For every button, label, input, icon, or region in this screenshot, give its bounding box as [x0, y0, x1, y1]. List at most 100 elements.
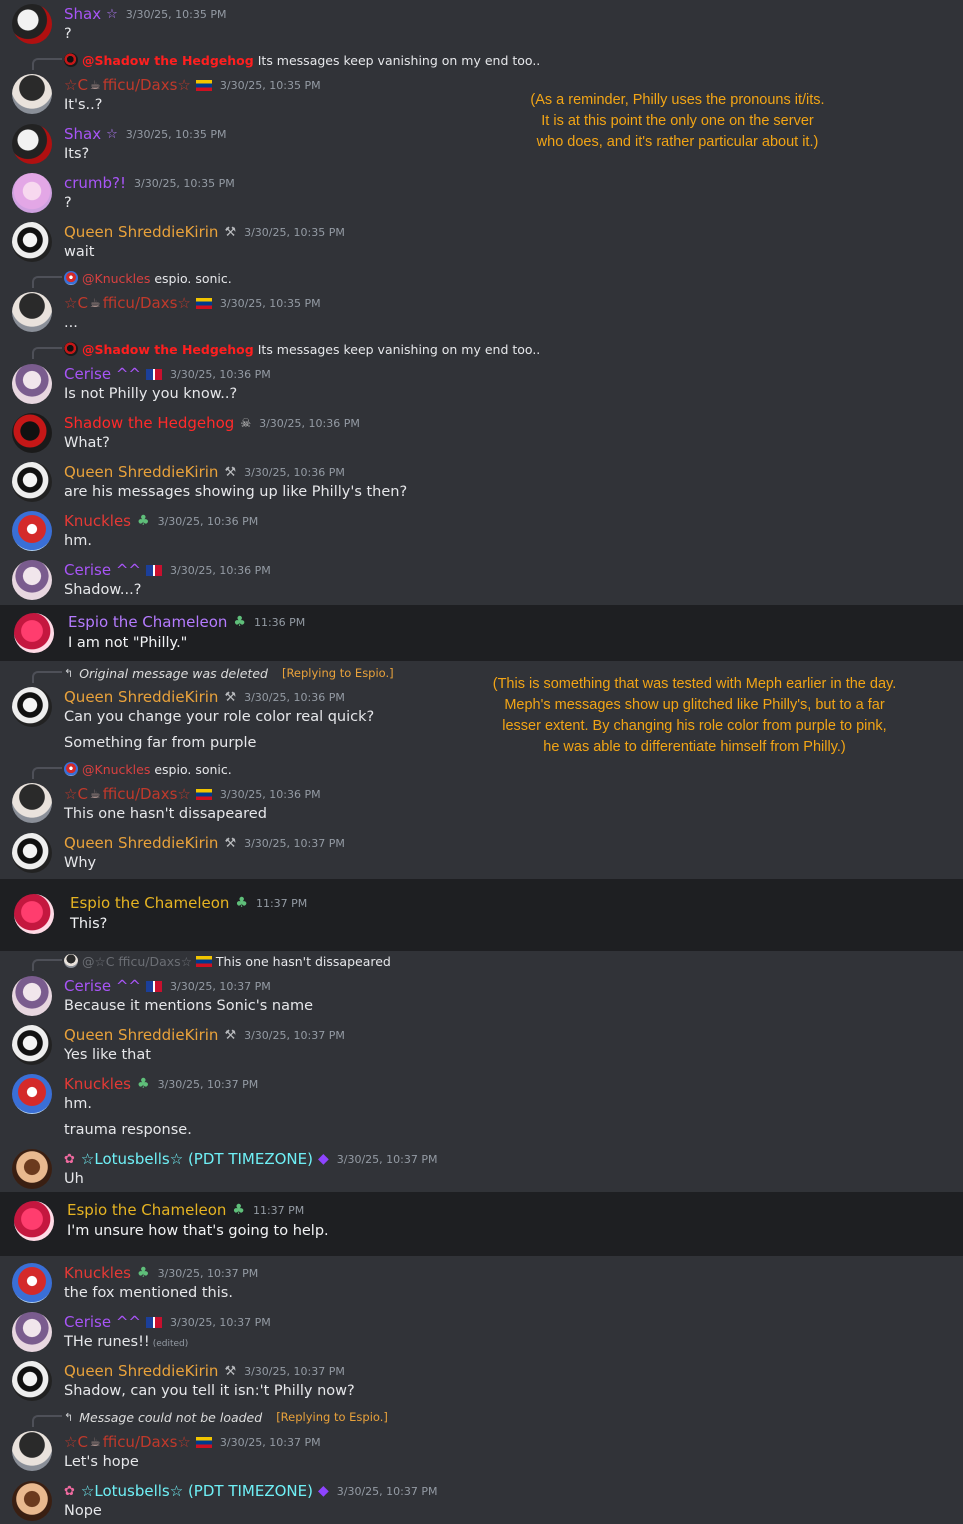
message-header: Queen ShreddieKirin ⚒ 3/30/25, 10:35 PM [64, 222, 345, 242]
message-text: This? [70, 916, 108, 932]
avatar[interactable] [12, 1074, 52, 1114]
author-name[interactable]: fficu/Daxs☆ [103, 294, 191, 312]
timestamp: 3/30/25, 10:35 PM [125, 127, 227, 141]
author-name[interactable]: Queen ShreddieKirin [64, 223, 218, 241]
reply-preview[interactable]: ↰ Original message was deleted [Replying… [64, 665, 394, 681]
avatar[interactable] [12, 511, 52, 551]
reply-text: Message could not be loaded [79, 1409, 263, 1425]
reply-tag: [Replying to Espio.] [276, 1410, 388, 1424]
author-name-prefix[interactable]: ☆C [64, 785, 88, 803]
message-header: Cerise ^^ 3/30/25, 10:37 PM [64, 976, 271, 996]
author-name[interactable]: Shadow the Hedgehog [64, 414, 234, 432]
mention[interactable]: @Knuckles [82, 271, 150, 286]
reply-text: Its messages keep vanishing on my end to… [257, 341, 541, 357]
avatar[interactable] [12, 783, 52, 823]
avatar[interactable] [12, 292, 52, 332]
avatar[interactable] [12, 4, 52, 44]
message-text-content: THe runes!! [64, 1334, 150, 1350]
author-name[interactable]: fficu/Daxs☆ [103, 1433, 191, 1451]
avatar[interactable] [12, 462, 52, 502]
author-name[interactable]: crumb?! [64, 174, 126, 192]
mention[interactable]: @Shadow the Hedgehog [82, 342, 254, 357]
author-name[interactable]: Cerise ^^ [64, 365, 141, 383]
avatar[interactable] [14, 1201, 54, 1241]
avatar[interactable] [12, 364, 52, 404]
author-name[interactable]: Queen ShreddieKirin [64, 463, 218, 481]
chat-log: (As a reminder, Philly uses the pronouns… [0, 0, 963, 1524]
timestamp: 3/30/25, 10:35 PM [219, 78, 321, 92]
author-name-prefix[interactable]: ☆C [64, 76, 88, 94]
avatar[interactable] [12, 833, 52, 873]
author-name[interactable]: Queen ShreddieKirin [64, 834, 218, 852]
avatar[interactable] [12, 1025, 52, 1065]
coffee-icon: ☕ [89, 296, 101, 310]
mention[interactable]: @☆C fficu/Daxs☆ [82, 954, 192, 969]
avatar[interactable] [12, 74, 52, 114]
timestamp: 3/30/25, 10:36 PM [244, 690, 345, 704]
avatar[interactable] [12, 1312, 52, 1352]
avatar[interactable] [14, 613, 54, 653]
author-name[interactable]: Shax [64, 125, 101, 143]
author-name-prefix[interactable]: ☆C [64, 294, 88, 312]
author-name[interactable]: Queen ShreddieKirin [64, 1026, 218, 1044]
avatar[interactable] [12, 1361, 52, 1401]
author-name[interactable]: Espio the Chameleon [70, 894, 229, 912]
avatar[interactable] [12, 560, 52, 600]
reply-preview[interactable]: @Knuckles espio. sonic. [64, 761, 232, 777]
reply-tag: [Replying to Espio.] [281, 666, 394, 680]
avatar[interactable] [12, 1263, 52, 1303]
reply-preview[interactable]: ↰ Message could not be loaded [Replying … [64, 1409, 388, 1425]
avatar[interactable] [12, 173, 52, 213]
author-name[interactable]: Espio the Chameleon [67, 1201, 226, 1219]
reply-arrow-icon: ↰ [64, 1410, 74, 1424]
avatar[interactable] [12, 1481, 52, 1521]
author-name[interactable]: Espio the Chameleon [68, 613, 227, 631]
timestamp: 3/30/25, 10:37 PM [336, 1484, 438, 1498]
author-name[interactable]: Knuckles [64, 1075, 131, 1093]
reply-preview[interactable]: @Shadow the Hedgehog Its messages keep v… [64, 341, 540, 357]
coffee-icon: ☕ [89, 78, 101, 92]
avatar[interactable] [12, 222, 52, 262]
message-header: ☆C ☕ fficu/Daxs☆ 3/30/25, 10:35 PM [64, 75, 321, 95]
reply-preview[interactable]: @Shadow the Hedgehog Its messages keep v… [64, 52, 540, 68]
clover-icon: ♣ [137, 1265, 150, 1281]
message-text: Is not Philly you know..? [64, 386, 238, 402]
author-name[interactable]: Cerise ^^ [64, 977, 141, 995]
message-text: It's..? [64, 97, 103, 113]
star-icon: ☆ [106, 6, 118, 22]
author-name[interactable]: Queen ShreddieKirin [64, 1362, 218, 1380]
avatar[interactable] [12, 124, 52, 164]
reply-preview[interactable]: @Knuckles espio. sonic. [64, 270, 232, 286]
timestamp: 3/30/25, 10:36 PM [170, 563, 271, 577]
author-name[interactable]: Shax [64, 5, 101, 23]
timestamp: 11:36 PM [253, 615, 306, 629]
author-name[interactable]: Cerise ^^ [64, 561, 141, 579]
mention[interactable]: @Shadow the Hedgehog [82, 53, 254, 68]
author-name[interactable]: Knuckles [64, 512, 131, 530]
mention[interactable]: @Knuckles [82, 762, 150, 777]
author-name[interactable]: Cerise ^^ [64, 1313, 141, 1331]
coffee-icon: ☕ [89, 1435, 101, 1449]
author-name[interactable]: ☆Lotusbells☆ (PDT TIMEZONE) [81, 1482, 313, 1500]
avatar[interactable] [14, 894, 54, 934]
avatar[interactable] [12, 413, 52, 453]
message-header: Knuckles ♣ 3/30/25, 10:37 PM [64, 1074, 258, 1094]
avatar[interactable] [12, 1149, 52, 1189]
author-name[interactable]: Knuckles [64, 1264, 131, 1282]
dominican-flag-icon [146, 368, 162, 380]
message-header: Espio the Chameleon ♣ 11:36 PM [68, 612, 305, 632]
author-name[interactable]: fficu/Daxs☆ [103, 785, 191, 803]
author-name[interactable]: ☆Lotusbells☆ (PDT TIMEZONE) [81, 1150, 313, 1168]
author-name[interactable]: Queen ShreddieKirin [64, 688, 218, 706]
avatar[interactable] [12, 1431, 52, 1471]
message-header: Shax ☆ 3/30/25, 10:35 PM [64, 4, 226, 24]
reply-preview[interactable]: @☆C fficu/Daxs☆ This one hasn't dissapea… [64, 953, 391, 969]
message-text: THe runes!! (edited) [64, 1334, 188, 1350]
avatar[interactable] [12, 976, 52, 1016]
avatar[interactable] [12, 687, 52, 727]
author-name[interactable]: fficu/Daxs☆ [103, 76, 191, 94]
timestamp: 3/30/25, 10:36 PM [244, 465, 345, 479]
timestamp: 3/30/25, 10:36 PM [219, 787, 321, 801]
clover-icon: ♣ [137, 513, 150, 529]
author-name-prefix[interactable]: ☆C [64, 1433, 88, 1451]
